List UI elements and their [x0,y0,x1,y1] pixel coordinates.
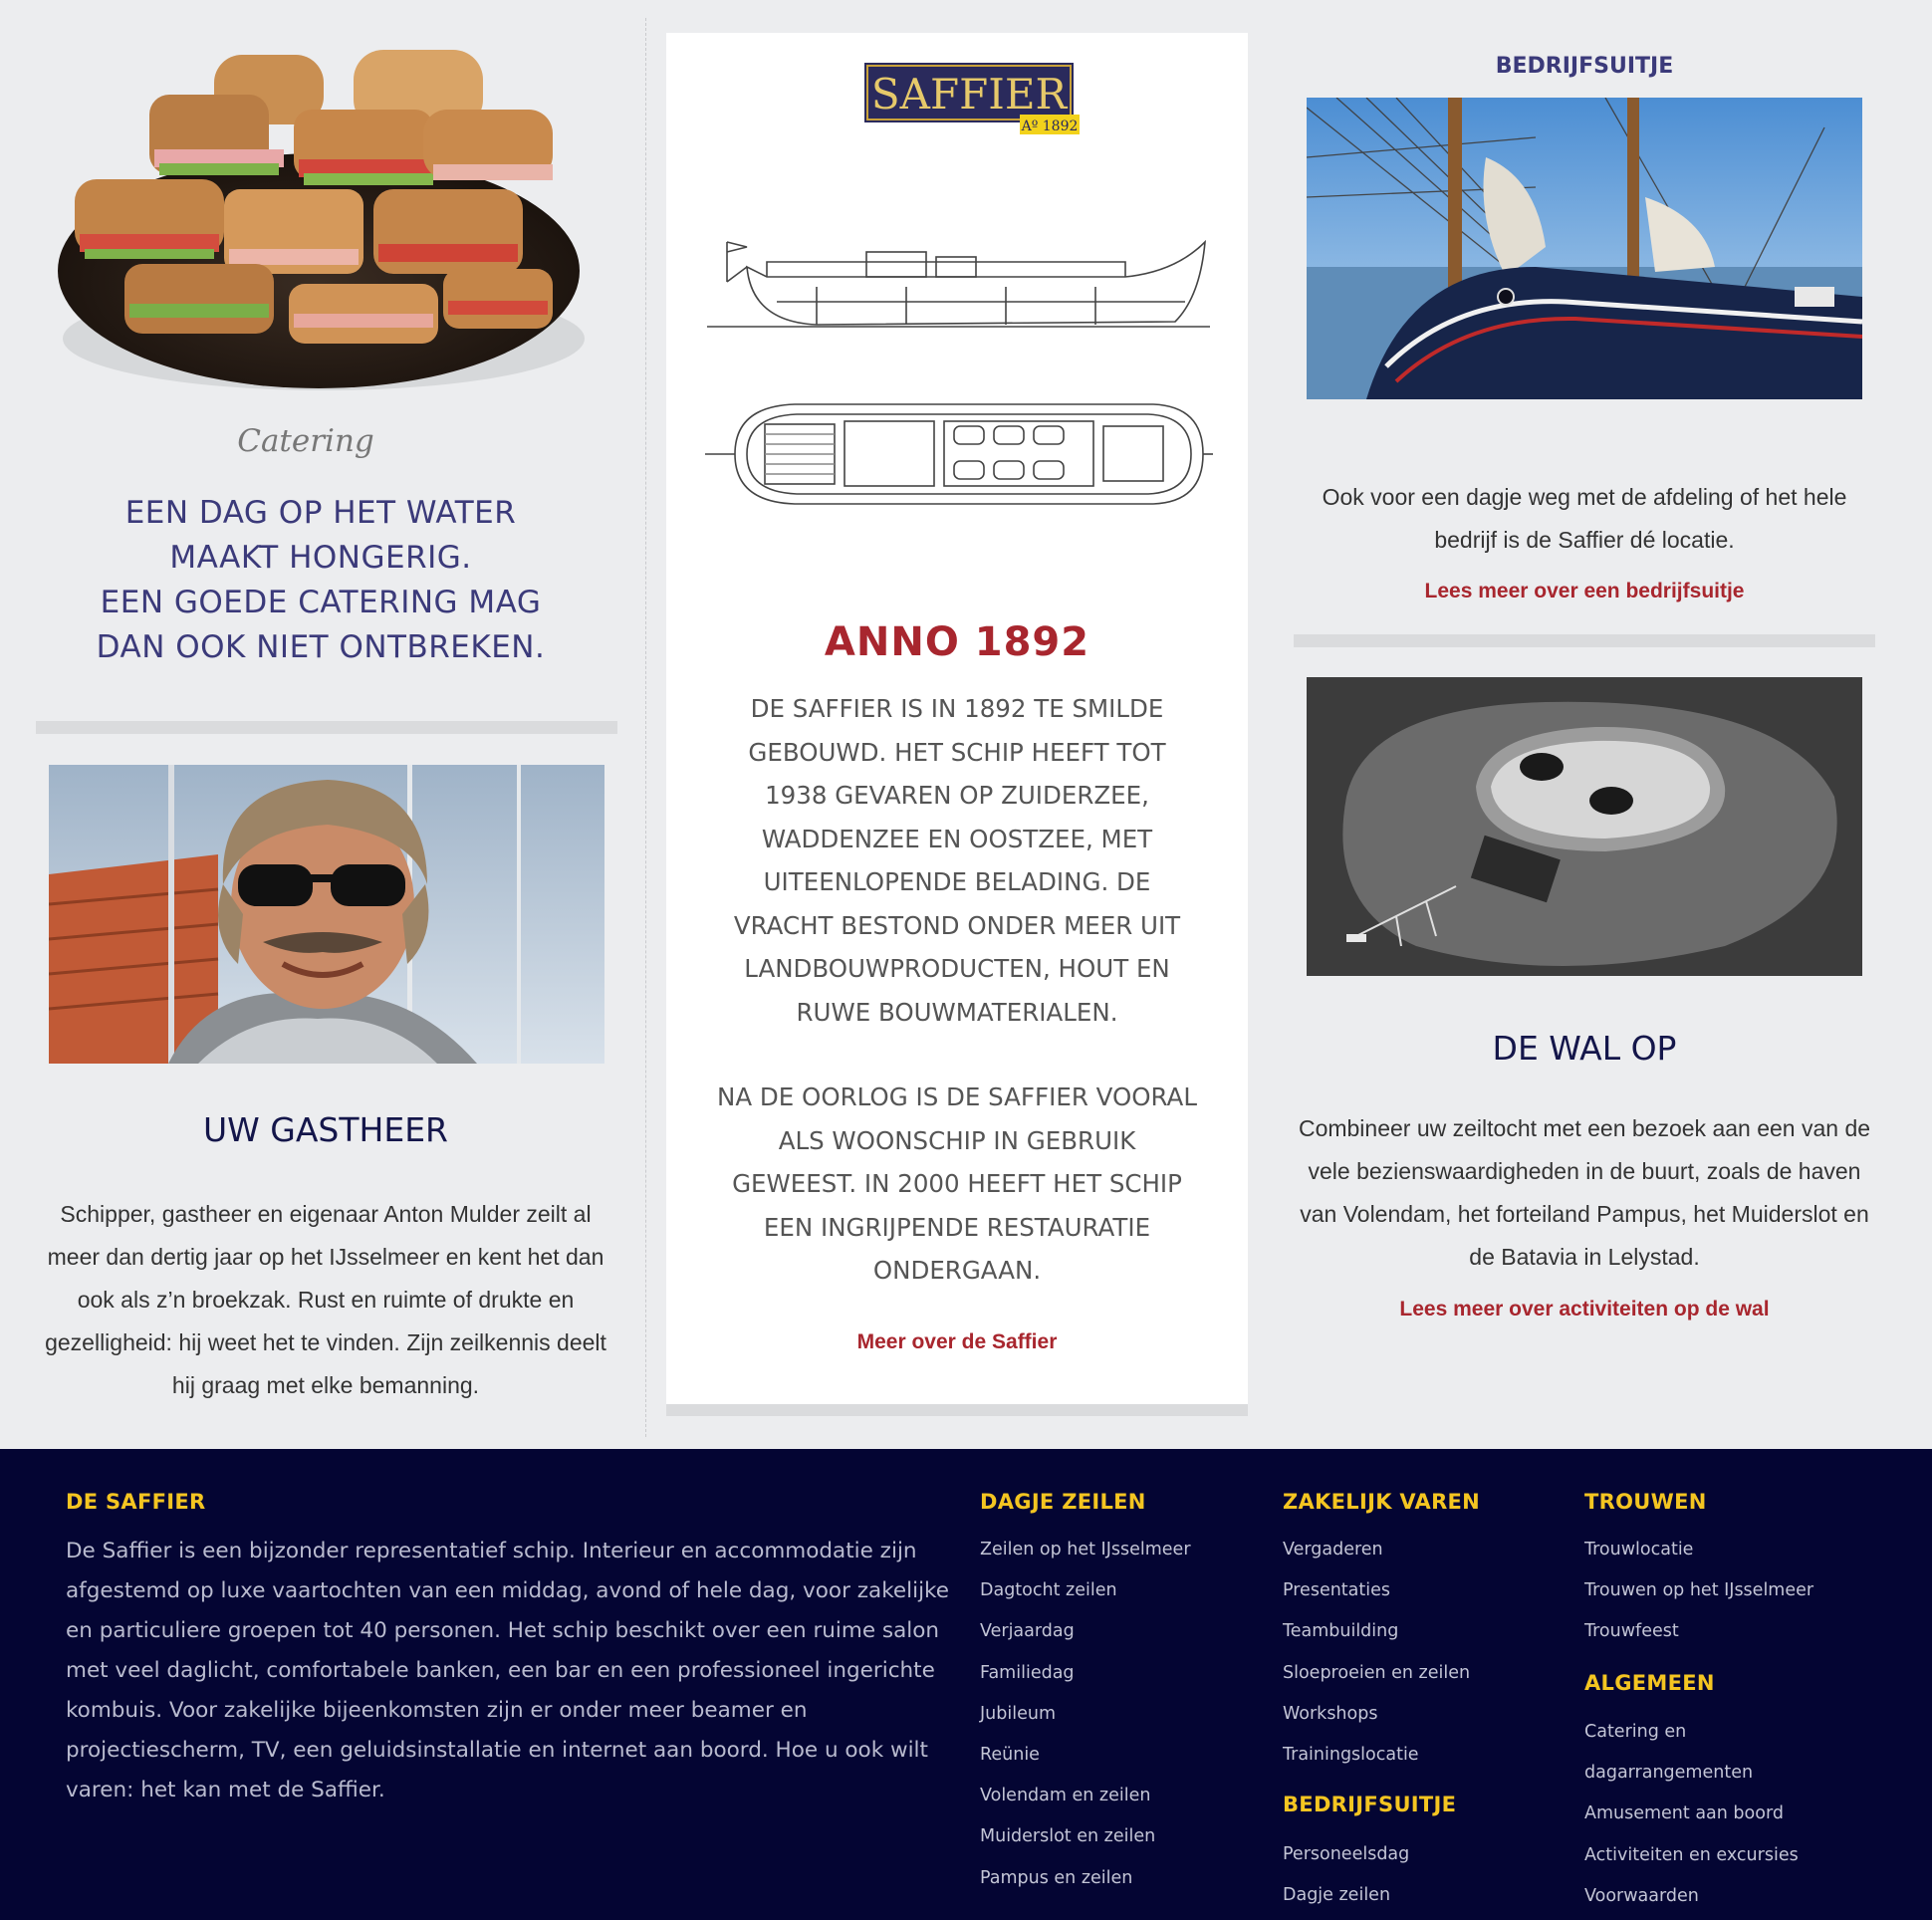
saffier-logo: SAFFIER Aº 1892 [864,63,1080,134]
footer-dagje-zeilen-list: Zeilen op het IJsselmeer Dagtocht zeilen… [980,1530,1191,1899]
footer-link[interactable]: dagarrangementen [1584,1753,1799,1794]
host-photo [49,765,604,1064]
company-trip-heading: BEDRIJFSUITJE [1495,54,1674,79]
footer-link[interactable]: Workshops [1283,1694,1470,1735]
footer-about-heading: DE SAFFIER [66,1490,206,1514]
footer-link[interactable]: Activiteiten en excursies [1584,1835,1799,1876]
footer-algemeen-heading: ALGEMEEN [1584,1671,1715,1695]
footer-bedrijfsuitje-list: Personeelsdag Dagje zeilen [1283,1834,1409,1916]
ship-deck-plan-drawing [705,403,1213,505]
section-separator [1294,634,1875,647]
host-title: UW GASTHEER [203,1110,448,1149]
logo-year: Aº 1892 [1021,119,1079,134]
footer-link[interactable]: Voorwaarden [1584,1876,1799,1917]
footer-link[interactable]: Sloeproeien en zeilen [1283,1653,1470,1694]
catering-heading: EEN DAG OP HET WATER MAAKT HONGERIG. EEN… [37,491,604,670]
footer-link[interactable]: Trouwlocatie [1584,1530,1813,1570]
footer-algemeen-list: Catering en dagarrangementen Amusement a… [1584,1712,1799,1917]
footer-link[interactable]: Familiedag [980,1653,1191,1694]
fort-island-aerial-photo [1307,677,1862,976]
catering-heading-line: EEN DAG OP HET WATER [124,495,517,531]
footer-link[interactable]: Personeelsdag [1283,1834,1409,1875]
footer-bedrijfsuitje-heading: BEDRIJFSUITJE [1283,1793,1457,1816]
section-separator [36,721,617,734]
footer-link[interactable]: Pampus en zeilen [980,1858,1191,1899]
ashore-text: Combineer uw zeiltocht met een bezoek aa… [1298,1115,1871,1270]
company-trip-text: Ook voor een dagje weg met de afdeling o… [1322,484,1847,553]
footer-link[interactable]: Dagtocht zeilen [980,1570,1191,1611]
sailing-ship-photo [1307,98,1862,399]
footer-link[interactable]: Amusement aan boord [1584,1794,1799,1834]
footer-link[interactable]: Presentaties [1283,1570,1470,1611]
footer-link[interactable]: Volendam en zeilen [980,1776,1191,1816]
footer-link[interactable]: Jubileum [980,1694,1191,1735]
footer-link[interactable]: Trouwfeest [1584,1611,1813,1652]
footer-trouwen-list: Trouwlocatie Trouwen op het IJsselmeer T… [1584,1530,1813,1653]
footer-dagje-zeilen-heading: DAGJE ZEILEN [980,1490,1146,1514]
catering-sandwich-platter-image [58,50,585,390]
catering-heading-line: DAN OOK NIET ONTBREKEN. [96,629,546,665]
history-paragraph-1: DE SAFFIER IS IN 1892 TE SMILDE GEBOUWD.… [733,694,1181,1027]
column-divider [645,18,646,1437]
ashore-title: DE WAL OP [1492,1029,1677,1068]
footer-zakelijk-varen-heading: ZAKELIJK VAREN [1283,1490,1481,1514]
ship-side-view-drawing [707,239,1210,328]
anno-title: ANNO 1892 [824,619,1090,665]
catering-script-label: Catering [237,423,374,459]
footer-link[interactable]: Dagje zeilen [1283,1875,1409,1916]
footer-trouwen-heading: TROUWEN [1584,1490,1707,1514]
footer-link[interactable]: Reünie [980,1735,1191,1776]
history-paragraph-2: NA DE OORLOG IS DE SAFFIER VOORAL ALS WO… [717,1082,1197,1285]
footer-link[interactable]: Teambuilding [1283,1611,1470,1652]
footer-zakelijk-varen-list: Vergaderen Presentaties Teambuilding Slo… [1283,1530,1470,1776]
footer-link[interactable]: Verjaardag [980,1611,1191,1652]
catering-heading-line: EEN GOEDE CATERING MAG [100,585,542,620]
catering-heading-line: MAAKT HONGERIG. [169,540,472,576]
company-trip-link[interactable]: Lees meer over een bedrijfsuitje [1295,580,1874,603]
footer-link[interactable]: Trouwen op het IJsselmeer [1584,1570,1813,1611]
footer-link[interactable]: Catering en [1584,1712,1799,1753]
card-shadow [666,1404,1248,1416]
footer-link[interactable]: Vergaderen [1283,1530,1470,1570]
more-about-saffier-link[interactable]: Meer over de Saffier [666,1330,1248,1354]
footer-link[interactable]: Trainingslocatie [1283,1735,1470,1776]
footer-link[interactable]: Muiderslot en zeilen [980,1816,1191,1857]
host-description: Schipper, gastheer en eigenaar Anton Mul… [45,1201,606,1398]
footer-about-text: De Saffier is een bijzonder representati… [66,1539,949,1802]
footer-link[interactable]: Zeilen op het IJsselmeer [980,1530,1191,1570]
logo-wordmark: SAFFIER [871,70,1069,119]
ashore-link[interactable]: Lees meer over activiteiten op de wal [1295,1298,1874,1321]
